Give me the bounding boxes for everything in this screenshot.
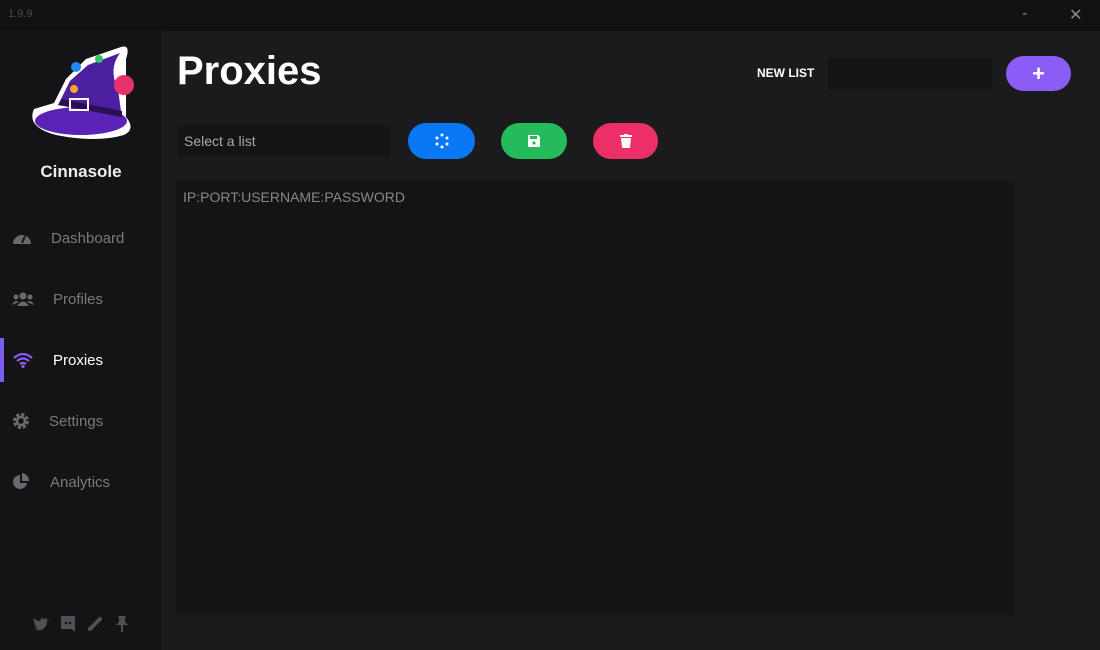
sidebar-item-settings[interactable]: Settings: [0, 399, 162, 443]
refresh-button[interactable]: [408, 123, 475, 159]
wifi-icon: [13, 352, 33, 368]
sidebar-item-label: Proxies: [53, 351, 104, 369]
sidebar-item-label: Dashboard: [51, 229, 125, 247]
new-list-label: NEW LIST: [757, 66, 815, 80]
spinner-icon: [435, 133, 448, 149]
list-select[interactable]: Select a list: [177, 125, 391, 157]
app-name: Cinnasole: [40, 162, 122, 181]
sidebar-item-profiles[interactable]: Profiles: [0, 277, 162, 321]
proxy-list-textarea[interactable]: [176, 181, 1015, 615]
pie-chart-icon: [13, 473, 30, 489]
add-list-button[interactable]: +: [1006, 56, 1071, 91]
wizard-hat-logo: [32, 46, 134, 139]
page-title: Proxies: [177, 49, 322, 93]
close-button[interactable]: ✕: [1069, 5, 1082, 25]
minimize-button[interactable]: -: [1022, 5, 1027, 23]
version-label: 1.9.9: [8, 8, 33, 20]
pin-icon[interactable]: [113, 615, 130, 632]
floppy-disk-icon: [528, 135, 540, 147]
save-button[interactable]: [501, 123, 567, 159]
gear-icon: [13, 413, 29, 429]
sidebar-item-label: Settings: [49, 412, 104, 430]
sidebar-item-label: Profiles: [53, 290, 104, 308]
gauge-icon: [13, 235, 31, 244]
discord-icon[interactable]: [59, 615, 76, 632]
sidebar-item-analytics[interactable]: Analytics: [0, 460, 162, 504]
sidebar-item-dashboard[interactable]: Dashboard: [0, 216, 162, 260]
users-icon: [12, 292, 34, 306]
link-icon[interactable]: [86, 615, 103, 632]
title-bar: 1.9.9 - ✕: [0, 0, 1100, 31]
sidebar-item-proxies[interactable]: Proxies: [0, 338, 162, 382]
sidebar-item-label: Analytics: [50, 473, 111, 491]
trash-icon: [619, 134, 632, 148]
sidebar: Cinnasole Dashboard Profiles Proxies Set…: [0, 31, 162, 650]
new-list-input[interactable]: [828, 58, 992, 89]
delete-button[interactable]: [593, 123, 658, 159]
twitter-icon[interactable]: [32, 615, 49, 632]
